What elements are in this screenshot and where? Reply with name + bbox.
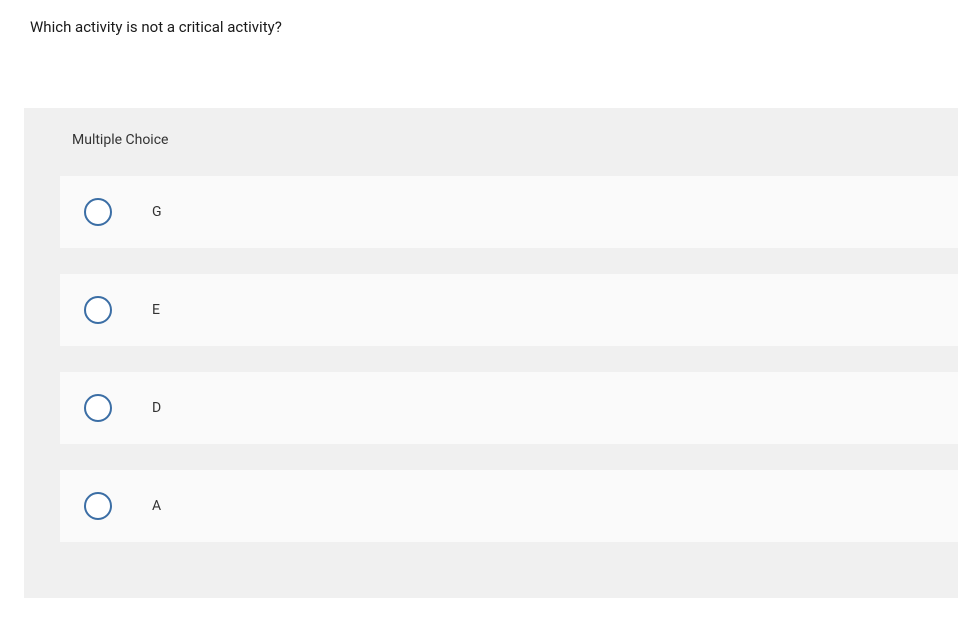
option-label: G	[152, 204, 162, 220]
option-row[interactable]: D	[60, 372, 958, 444]
answer-section: Multiple Choice G E D A	[24, 108, 958, 598]
option-label: A	[152, 498, 161, 514]
option-row[interactable]: G	[60, 176, 958, 248]
options-list: G E D A	[24, 176, 958, 542]
radio-icon[interactable]	[84, 394, 112, 422]
question-text: Which activity is not a critical activit…	[0, 0, 958, 36]
radio-icon[interactable]	[84, 296, 112, 324]
option-row[interactable]: A	[60, 470, 958, 542]
radio-icon[interactable]	[84, 492, 112, 520]
multiple-choice-header: Multiple Choice	[24, 108, 958, 176]
radio-icon[interactable]	[84, 198, 112, 226]
option-label: E	[152, 302, 160, 318]
option-row[interactable]: E	[60, 274, 958, 346]
option-label: D	[152, 400, 161, 416]
